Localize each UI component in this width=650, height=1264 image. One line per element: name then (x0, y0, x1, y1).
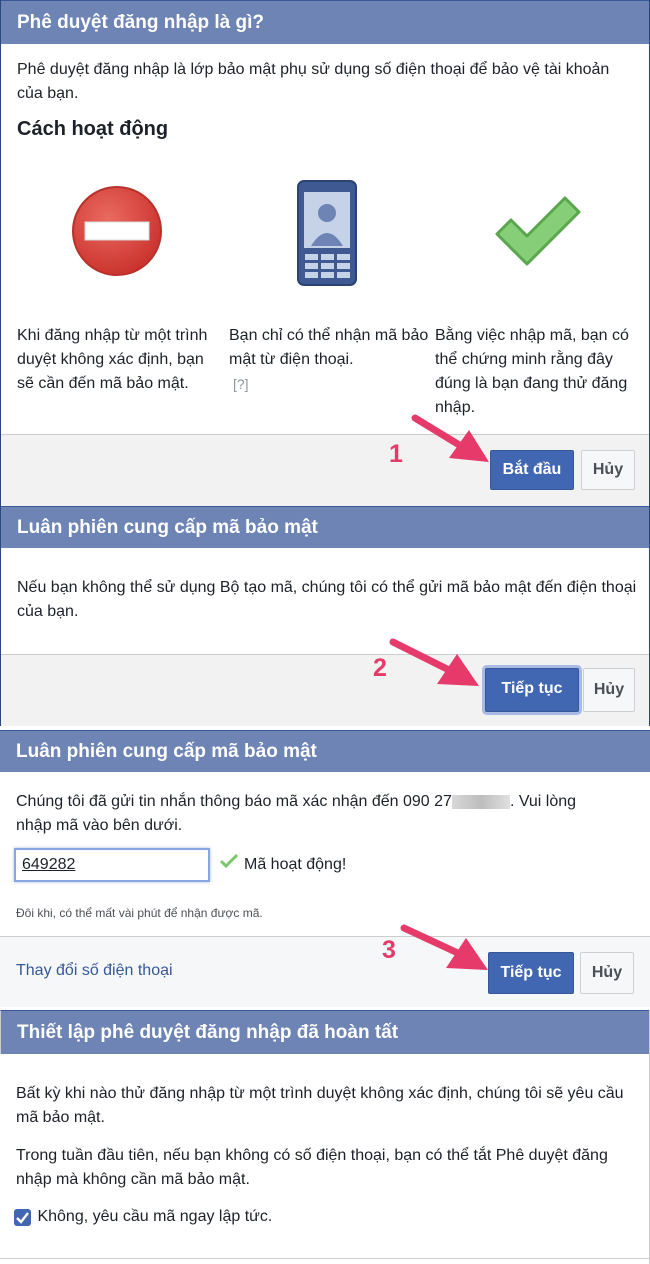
redacted-phone (451, 794, 510, 809)
how-step-1: Khi đăng nhập từ một trình duyệt không x… (17, 327, 208, 392)
continue-button[interactable]: Tiếp tục (485, 668, 579, 712)
panel-title: Luân phiên cung cấp mã bảo mật (1, 506, 649, 548)
checkbox-row[interactable]: Không, yêu cầu mã ngay lập tức. (14, 1208, 272, 1226)
help-link[interactable]: [?] (233, 376, 249, 392)
how-step-2: Bạn chỉ có thể nhận mã bảo mật từ điện t… (229, 324, 429, 397)
panel-alternate-code: Luân phiên cung cấp mã bảo mật Nếu bạn k… (0, 506, 650, 726)
cancel-button[interactable]: Hủy (580, 952, 634, 994)
step-number: 3 (382, 936, 396, 964)
code-note: Đôi khi, có thể mất vài phút để nhận đượ… (16, 906, 263, 920)
phone-icon (297, 180, 357, 286)
panel-enter-code: Luân phiên cung cấp mã bảo mật Chúng tôi… (0, 730, 650, 1007)
start-button[interactable]: Bắt đầu (490, 450, 574, 490)
checkmark-icon (495, 196, 581, 266)
panel-description: Phê duyệt đăng nhập là lớp bảo mật phụ s… (17, 61, 610, 102)
panel-title: Thiết lập phê duyệt đăng nhập đã hoàn tấ… (0, 1010, 649, 1054)
pointer-arrow-icon (411, 414, 489, 462)
panel-title: Phê duyệt đăng nhập là gì? (1, 0, 649, 44)
checkbox[interactable] (14, 1208, 31, 1226)
divider (0, 1258, 649, 1259)
code-input-value: 649282 (22, 856, 76, 873)
how-step-2-text: Bạn chỉ có thể nhận mã bảo mật từ điện t… (229, 327, 429, 368)
continue-button[interactable]: Tiếp tục (488, 952, 574, 994)
panel-description: Chúng tôi đã gửi tin nhắn thông báo mã x… (0, 790, 632, 838)
cancel-button[interactable]: Hủy (581, 450, 635, 490)
cancel-button[interactable]: Hủy (583, 668, 635, 712)
code-status: Mã hoạt động! (244, 856, 347, 873)
checkbox-label: Không, yêu cầu mã ngay lập tức. (37, 1208, 273, 1225)
step-number: 2 (373, 654, 387, 682)
valid-check-icon (220, 854, 238, 868)
no-entry-icon (72, 186, 162, 276)
panel-description: Nếu bạn không thể sử dụng Bộ tạo mã, chú… (17, 579, 637, 620)
panel-setup-complete: Thiết lập phê duyệt đăng nhập đã hoàn tấ… (0, 1010, 650, 1264)
code-input[interactable]: 649282 (14, 848, 210, 882)
section-title: Cách hoạt động (17, 118, 169, 140)
how-step-3: Bằng việc nhập mã, bạn có thể chứng minh… (435, 327, 629, 416)
panel-login-approval-intro: Phê duyệt đăng nhập là gì? Phê duyệt đăn… (0, 0, 650, 506)
panel-title: Luân phiên cung cấp mã bảo mật (0, 730, 650, 772)
pointer-arrow-icon (400, 924, 488, 970)
change-phone-link[interactable]: Thay đổi số điện thoại (16, 962, 173, 980)
checkmark-icon (16, 1211, 29, 1224)
panel-paragraph-2: Trong tuần đầu tiên, nếu bạn không có số… (16, 1147, 608, 1188)
panel-paragraph-1: Bất kỳ khi nào thử đăng nhập từ một trìn… (16, 1085, 624, 1126)
step-number: 1 (389, 440, 403, 468)
pointer-arrow-icon (389, 638, 479, 686)
desc-before: Chúng tôi đã gửi tin nhắn thông báo mã x… (16, 793, 452, 810)
